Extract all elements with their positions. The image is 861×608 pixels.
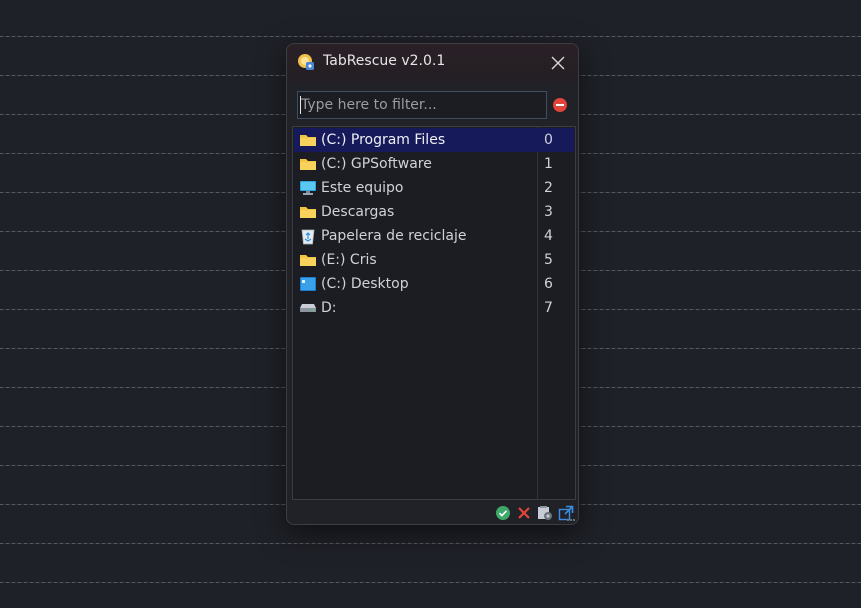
folder-icon [298, 251, 318, 269]
list-item-index: 3 [544, 204, 553, 220]
list-item-label: (C:) GPSoftware [321, 156, 432, 172]
tabrescue-window: TabRescue v2.0.1 (C:) Program Files 0 (C… [286, 43, 579, 525]
title-bar[interactable]: TabRescue v2.0.1 [287, 44, 578, 82]
list-item-label: D: [321, 300, 337, 316]
folder-icon [298, 131, 318, 149]
list-item-label: (C:) Desktop [321, 276, 409, 292]
app-logo-icon [298, 54, 314, 70]
list-item-label: (E:) Cris [321, 252, 377, 268]
list-item[interactable]: (C:) GPSoftware 1 [294, 152, 574, 176]
list-item-index: 1 [544, 156, 553, 172]
list-item[interactable]: D: 7 [294, 296, 574, 320]
folder-icon [298, 203, 318, 221]
recycle-bin-icon [298, 227, 318, 245]
background-divider [0, 36, 861, 37]
settings-icon[interactable] [537, 505, 553, 521]
list-item[interactable]: Este equipo 2 [294, 176, 574, 200]
list-item[interactable]: (E:) Cris 5 [294, 248, 574, 272]
close-icon [551, 56, 565, 70]
list-item-label: Descargas [321, 204, 395, 220]
footer-toolbar [495, 504, 574, 522]
list-item-index: 5 [544, 252, 553, 268]
folder-icon [298, 155, 318, 173]
list-item-index: 2 [544, 180, 553, 196]
computer-icon [298, 179, 318, 197]
list-item-label: Papelera de reciclaje [321, 228, 467, 244]
text-caret [300, 96, 301, 114]
tab-list[interactable]: (C:) Program Files 0 (C:) GPSoftware 1 E… [292, 126, 576, 500]
desktop-icon [298, 275, 318, 293]
drive-icon [298, 299, 318, 317]
list-item[interactable]: (C:) Program Files 0 [294, 128, 574, 152]
clear-filter-icon[interactable] [552, 97, 568, 113]
list-item-label: (C:) Program Files [321, 132, 446, 148]
cancel-icon[interactable] [516, 505, 532, 521]
filter-input[interactable] [297, 91, 547, 119]
background-divider [0, 582, 861, 583]
list-item-index: 0 [544, 132, 553, 148]
confirm-icon[interactable] [495, 505, 511, 521]
resize-grip-icon[interactable] [567, 518, 575, 522]
list-item[interactable]: Papelera de reciclaje 4 [294, 224, 574, 248]
list-item[interactable]: (C:) Desktop 6 [294, 272, 574, 296]
list-item-index: 7 [544, 300, 553, 316]
list-item-label: Este equipo [321, 180, 404, 196]
list-item-index: 4 [544, 228, 553, 244]
list-item-index: 6 [544, 276, 553, 292]
background-divider [0, 543, 861, 544]
list-item[interactable]: Descargas 3 [294, 200, 574, 224]
close-button[interactable] [544, 49, 572, 77]
window-title: TabRescue v2.0.1 [323, 53, 446, 69]
